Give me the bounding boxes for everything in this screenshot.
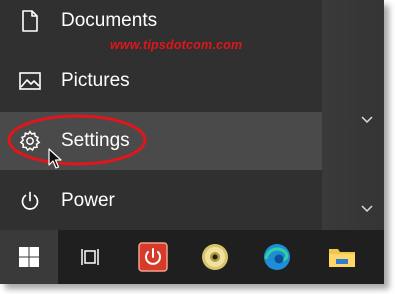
menu-item-label: Documents — [61, 10, 158, 31]
red-power-app-icon — [138, 242, 168, 272]
annotation-oval — [7, 114, 147, 166]
edge-icon — [264, 244, 290, 270]
menu-item-label: Pictures — [61, 70, 130, 91]
edge-button[interactable] — [252, 230, 302, 284]
tiles-pane — [322, 0, 384, 230]
task-view-button[interactable] — [66, 230, 116, 284]
mouse-cursor-icon — [48, 148, 62, 169]
windows-logo-icon — [19, 247, 39, 267]
chevron-down-icon[interactable] — [360, 114, 374, 124]
power-icon — [18, 189, 42, 213]
start-menu-left-pane: Documents www.tipsdotcom.com Pictures Se… — [0, 0, 322, 230]
folder-icon — [329, 249, 355, 267]
pictures-icon — [18, 69, 42, 93]
watermark-text: www.tipsdotcom.com — [110, 38, 243, 52]
file-explorer-button[interactable] — [316, 230, 368, 284]
document-icon — [18, 9, 42, 33]
disc-icon — [202, 244, 228, 270]
start-button[interactable] — [0, 230, 58, 284]
red-app-button[interactable] — [128, 230, 178, 284]
menu-item-pictures[interactable]: Pictures — [0, 52, 322, 110]
menu-item-label: Power — [61, 190, 115, 211]
taskbar — [0, 230, 384, 284]
task-view-icon — [81, 249, 99, 265]
menu-item-power[interactable]: Power — [0, 172, 322, 230]
chevron-down-icon[interactable] — [360, 203, 374, 213]
screenshot-frame: Documents www.tipsdotcom.com Pictures Se… — [0, 0, 384, 284]
disc-app-button[interactable] — [190, 230, 240, 284]
